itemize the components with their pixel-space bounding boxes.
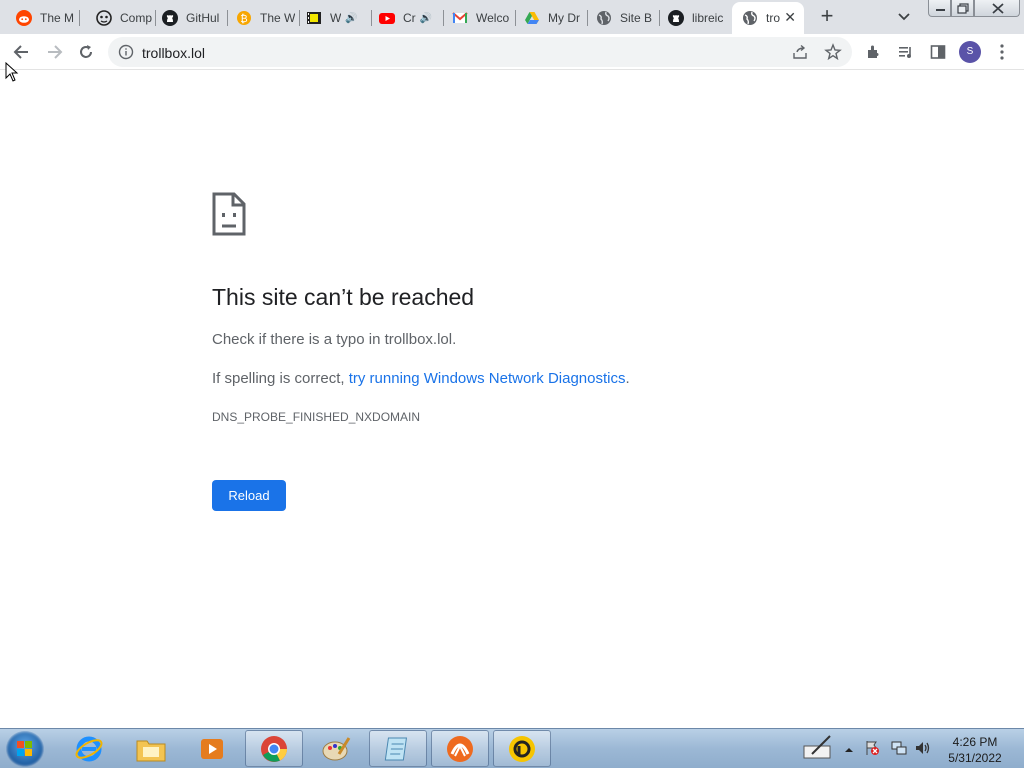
tab-bitcoin[interactable]: ₿ The W [220, 4, 298, 32]
typo-hint: Check if there is a typo in trollbox.lol… [212, 331, 457, 348]
network-icon[interactable] [890, 739, 908, 762]
tab-youtube[interactable]: Cr 🔊 [363, 4, 441, 32]
pen-tablet-icon[interactable] [802, 734, 834, 767]
app-yellow-icon[interactable] [493, 730, 551, 767]
chrome-icon[interactable] [245, 730, 303, 767]
sad-page-icon [212, 192, 246, 236]
youtube-icon [379, 10, 395, 26]
clock-date: 5/31/2022 [948, 751, 1002, 765]
show-hidden-icons[interactable] [844, 742, 854, 760]
diagnostics-hint-prefix: If spelling is correct, [212, 370, 349, 387]
reddit-icon [16, 10, 32, 26]
side-panel-icon[interactable] [926, 40, 950, 64]
gmail-icon [452, 10, 468, 26]
browser-toolbar: trollbox.lol [0, 34, 1024, 70]
taskbar-clock[interactable]: 4:26 PM 5/31/2022 [935, 734, 1015, 766]
tab-strip: The M Comp GitHul ₿ The W W 🔊 Cr 🔊 Welco… [0, 0, 1024, 34]
menu-icon[interactable] [990, 40, 1014, 64]
tab-libreic[interactable]: libreic [652, 4, 732, 32]
mouse-cursor [5, 61, 19, 87]
reload-button[interactable]: Reload [212, 480, 286, 511]
tab-comp[interactable]: Comp [80, 4, 154, 32]
bitcoin-icon: ₿ [236, 10, 252, 26]
tab-drive[interactable]: My Dr [508, 4, 586, 32]
speaker-icon[interactable]: 🔊 [345, 13, 357, 24]
action-center-icon[interactable] [864, 740, 880, 761]
minimize-button[interactable] [928, 0, 951, 17]
tab-w[interactable]: W 🔊 [290, 4, 368, 32]
svg-text:₿: ₿ [240, 13, 247, 25]
tab-title: The M [40, 11, 75, 25]
diagnostics-hint-suffix: . [625, 370, 630, 387]
app-orange-icon[interactable] [431, 730, 489, 767]
profile-avatar[interactable]: S [959, 41, 981, 63]
tab-reddit[interactable]: The M [0, 4, 78, 32]
close-tab-icon[interactable]: ✕ [784, 9, 796, 25]
tab-title: Welco [476, 11, 510, 25]
tab-title: tro [766, 11, 781, 25]
tab-gmail[interactable]: Welco [436, 4, 514, 32]
notepad-icon[interactable] [369, 730, 427, 767]
tab-trollbox-active[interactable]: tro ✕ [732, 2, 804, 34]
tab-site-b[interactable]: Site B [580, 4, 658, 32]
clock-time: 4:26 PM [952, 735, 998, 749]
tab-title: W [330, 11, 342, 25]
restore-button[interactable] [951, 0, 974, 17]
back-button[interactable] [10, 40, 34, 64]
media-player-icon[interactable] [183, 730, 241, 767]
internet-explorer-icon[interactable] [60, 730, 118, 767]
tab-title: libreic [692, 11, 724, 25]
globe-icon [596, 10, 612, 26]
share-icon[interactable] [792, 44, 808, 65]
google-drive-icon [524, 10, 540, 26]
address-bar[interactable]: trollbox.lol [108, 37, 852, 67]
paint-icon[interactable] [307, 730, 365, 767]
extensions-icon[interactable] [862, 40, 886, 64]
error-code: DNS_PROBE_FINISHED_NXDOMAIN [212, 410, 421, 424]
taskbar: 4:26 PM 5/31/2022 [0, 728, 1024, 768]
diagnostics-hint: If spelling is correct, try running Wind… [212, 370, 630, 387]
chevron-down-icon[interactable] [895, 9, 913, 25]
file-explorer-icon[interactable] [122, 730, 180, 767]
close-window-button[interactable] [974, 0, 1020, 17]
tab-github[interactable]: GitHul [146, 4, 226, 32]
forward-button[interactable] [42, 40, 66, 64]
tab-title: Site B [620, 11, 653, 25]
start-button[interactable] [6, 731, 44, 767]
tab-title: My Dr [548, 11, 580, 25]
film-icon [306, 10, 322, 26]
globe-icon [742, 10, 758, 26]
github-icon [668, 10, 684, 26]
new-tab-button[interactable]: + [815, 5, 839, 29]
url-text: trollbox.lol [142, 45, 206, 61]
tab-title: GitHul [186, 11, 220, 25]
network-diagnostics-link[interactable]: try running Windows Network Diagnostics [349, 370, 626, 387]
volume-icon[interactable] [914, 739, 932, 762]
speaker-icon[interactable]: 🔊 [420, 13, 432, 24]
info-icon[interactable] [118, 44, 134, 65]
media-controls-icon[interactable] [894, 40, 918, 64]
reload-icon[interactable] [74, 40, 98, 64]
github-icon [162, 10, 178, 26]
bookmark-star-icon[interactable] [824, 43, 842, 66]
error-title: This site can’t be reached [212, 284, 475, 310]
tab-title: Cr [403, 11, 416, 25]
site-mask-icon [96, 10, 112, 26]
